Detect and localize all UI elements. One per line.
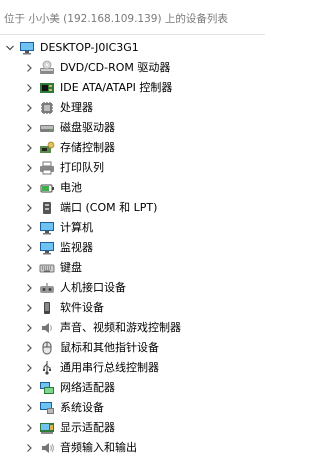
port-icon bbox=[39, 200, 55, 216]
printer-icon bbox=[39, 160, 55, 176]
tree-item-label: 端口 (COM 和 LPT) bbox=[60, 201, 158, 214]
ide-controller-icon bbox=[39, 80, 55, 96]
tree-item-label: 声音、视频和游戏控制器 bbox=[60, 321, 181, 334]
expand-right-icon[interactable] bbox=[24, 382, 34, 394]
network-adapter-icon bbox=[39, 380, 55, 396]
computer-icon bbox=[19, 40, 35, 56]
processor-icon bbox=[39, 100, 55, 116]
tree-item-label: 处理器 bbox=[60, 101, 93, 114]
tree-item-software-device[interactable]: 软件设备 bbox=[0, 298, 265, 318]
tree-item-label: 存储控制器 bbox=[60, 141, 115, 154]
tree-item-port[interactable]: 端口 (COM 和 LPT) bbox=[0, 198, 265, 218]
mouse-icon bbox=[39, 340, 55, 356]
expand-right-icon[interactable] bbox=[24, 182, 34, 194]
expand-right-icon[interactable] bbox=[24, 222, 34, 234]
tree-item-usb[interactable]: 通用串行总线控制器 bbox=[0, 358, 265, 378]
tree-item-keyboard[interactable]: 键盘 bbox=[0, 258, 265, 278]
tree-item-system-device[interactable]: 系统设备 bbox=[0, 398, 265, 418]
tree-item-storage-controller[interactable]: 存储控制器 bbox=[0, 138, 265, 158]
tree-item-network-adapter[interactable]: 网络适配器 bbox=[0, 378, 265, 398]
tree-item-label: 软件设备 bbox=[60, 301, 104, 314]
tree-item-ide-controller[interactable]: IDE ATA/ATAPI 控制器 bbox=[0, 78, 265, 98]
tree-root-label: DESKTOP-J0IC3G1 bbox=[40, 41, 139, 54]
tree-item-monitor[interactable]: 计算机 bbox=[0, 218, 265, 238]
expand-right-icon[interactable] bbox=[24, 262, 34, 274]
tree-item-label: 鼠标和其他指针设备 bbox=[60, 341, 159, 354]
expand-right-icon[interactable] bbox=[24, 242, 34, 254]
expand-right-icon[interactable] bbox=[24, 102, 34, 114]
tree-item-label: 电池 bbox=[60, 181, 82, 194]
tree-item-label: 磁盘驱动器 bbox=[60, 121, 115, 134]
expand-right-icon[interactable] bbox=[24, 202, 34, 214]
tree-item-hid[interactable]: 人机接口设备 bbox=[0, 278, 265, 298]
tree-item-mouse[interactable]: 鼠标和其他指针设备 bbox=[0, 338, 265, 358]
tree-item-label: 键盘 bbox=[60, 261, 82, 274]
storage-controller-icon bbox=[39, 140, 55, 156]
tree-item-label: 通用串行总线控制器 bbox=[60, 361, 159, 374]
tree-item-label: IDE ATA/ATAPI 控制器 bbox=[60, 81, 173, 94]
tree-item-label: 系统设备 bbox=[60, 401, 104, 414]
tree-item-dvd-drive[interactable]: DVD/CD-ROM 驱动器 bbox=[0, 58, 265, 78]
tree-item-processor[interactable]: 处理器 bbox=[0, 98, 265, 118]
disk-drive-icon bbox=[39, 120, 55, 136]
tree-item-label: DVD/CD-ROM 驱动器 bbox=[60, 61, 171, 74]
software-device-icon bbox=[39, 300, 55, 316]
expand-down-icon[interactable] bbox=[5, 42, 15, 54]
tree-item-label: 监视器 bbox=[60, 241, 93, 254]
dvd-drive-icon bbox=[39, 60, 55, 76]
device-tree[interactable]: DESKTOP-J0IC3G1 DVD/CD-ROM 驱动器 IDE ATA/AT… bbox=[0, 38, 265, 458]
expand-right-icon[interactable] bbox=[24, 402, 34, 414]
keyboard-icon bbox=[39, 260, 55, 276]
expand-right-icon[interactable] bbox=[24, 442, 34, 454]
tree-item-printer[interactable]: 打印队列 bbox=[0, 158, 265, 178]
tree-root-computer[interactable]: DESKTOP-J0IC3G1 bbox=[0, 38, 265, 58]
expand-right-icon[interactable] bbox=[24, 422, 34, 434]
tree-item-speaker[interactable]: 声音、视频和游戏控制器 bbox=[0, 318, 265, 338]
expand-right-icon[interactable] bbox=[24, 122, 34, 134]
tree-item-label: 音频输入和输出 bbox=[60, 441, 137, 454]
display-adapter-icon bbox=[39, 420, 55, 436]
expand-right-icon[interactable] bbox=[24, 62, 34, 74]
tree-item-label: 显示适配器 bbox=[60, 421, 115, 434]
tree-item-label: 打印队列 bbox=[60, 161, 104, 174]
device-list-title: 位于 小小美 (192.168.109.139) 上的设备列表 bbox=[4, 13, 228, 25]
hid-icon bbox=[39, 280, 55, 296]
tree-item-label: 人机接口设备 bbox=[60, 281, 126, 294]
tree-item-disk-drive[interactable]: 磁盘驱动器 bbox=[0, 118, 265, 138]
system-device-icon bbox=[39, 400, 55, 416]
expand-right-icon[interactable] bbox=[24, 82, 34, 94]
monitor-icon bbox=[39, 220, 55, 236]
expand-right-icon[interactable] bbox=[24, 142, 34, 154]
tree-item-monitor[interactable]: 监视器 bbox=[0, 238, 265, 258]
tree-item-battery[interactable]: 电池 bbox=[0, 178, 265, 198]
expand-right-icon[interactable] bbox=[24, 282, 34, 294]
tree-item-audio-io[interactable]: 音频输入和输出 bbox=[0, 438, 265, 458]
window-header: 位于 小小美 (192.168.109.139) 上的设备列表 bbox=[0, 0, 265, 35]
tree-item-label: 网络适配器 bbox=[60, 381, 115, 394]
expand-right-icon[interactable] bbox=[24, 302, 34, 314]
expand-right-icon[interactable] bbox=[24, 362, 34, 374]
tree-item-display-adapter[interactable]: 显示适配器 bbox=[0, 418, 265, 438]
tree-item-label: 计算机 bbox=[60, 221, 93, 234]
monitor-icon bbox=[39, 240, 55, 256]
expand-right-icon[interactable] bbox=[24, 162, 34, 174]
usb-icon bbox=[39, 360, 55, 376]
expand-right-icon[interactable] bbox=[24, 342, 34, 354]
speaker-icon bbox=[39, 320, 55, 336]
expand-right-icon[interactable] bbox=[24, 322, 34, 334]
battery-icon bbox=[39, 180, 55, 196]
audio-io-icon bbox=[39, 440, 55, 456]
